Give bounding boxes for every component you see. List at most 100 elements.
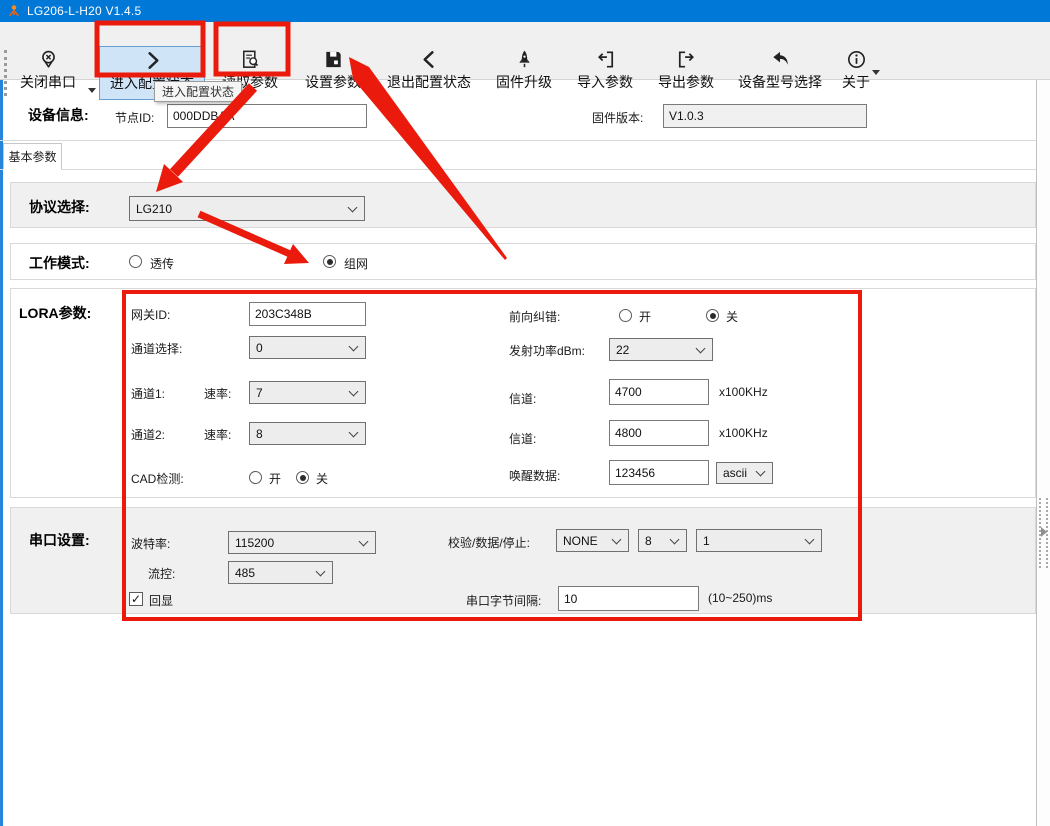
fec-on-label[interactable]: 开 [639,308,651,325]
toolbar-overflow-caret-icon[interactable] [872,70,880,75]
enter-config-tooltip: 进入配置状态 [154,81,242,102]
channel-select-label: 通道选择: [131,340,182,357]
gateway-id-label: 网关ID: [131,306,170,323]
toolbar-grip[interactable] [4,50,7,96]
toolbar-button-device-model-select[interactable]: 设备型号选择 [728,46,832,100]
flow-control-label: 流控: [148,565,175,582]
toolbar-button-label: 退出配置状态 [387,72,471,92]
freq1-input[interactable] [609,379,709,405]
close-port-dropdown-caret-icon[interactable] [88,88,96,93]
toolbar-button-close-port[interactable]: 关闭串口 [8,46,88,100]
freq2-label: 信道: [509,430,536,447]
right-gutter [1036,80,1050,826]
toolbar-button-label: 设置参数 [305,72,361,92]
byte-interval-label: 串口字节间隔: [466,592,541,609]
channel1-rate-label: 速率: [204,385,231,402]
fec-label: 前向纠错: [509,308,560,325]
toolbar-button-label: 导出参数 [658,72,714,92]
flow-control-combo[interactable]: 485 [228,561,333,584]
cad-off-label[interactable]: 关 [316,470,328,487]
cad-radio-on[interactable] [249,471,262,484]
baud-rate-combo[interactable]: 115200 [228,531,376,554]
fec-radio-on[interactable] [619,309,632,322]
data-bits-combo[interactable]: 8 [638,529,687,552]
stop-bits-combo[interactable]: 1 [696,529,822,552]
work-mode-panel: 工作模式: 透传 组网 [10,243,1036,280]
toolbar-button-export-params[interactable]: 导出参数 [647,46,725,100]
firmware-version-label: 固件版本: [592,109,643,126]
splitter-grip[interactable] [1039,498,1048,568]
tx-power-combo[interactable]: 22 [609,338,713,361]
channel1-rate-value: 7 [256,386,263,400]
serial-section-label: 串口设置: [29,530,90,550]
cad-on-label[interactable]: 开 [269,470,281,487]
protocol-panel: 协议选择: LG210 [10,182,1036,228]
stop-bits-value: 1 [703,534,710,548]
toolbar-button-set-params[interactable]: 设置参数 [293,46,373,100]
gateway-id-input[interactable] [249,302,366,326]
channel2-label: 通道2: [131,426,165,443]
tab-panel-top-border [0,169,1036,170]
baud-rate-value: 115200 [235,536,274,550]
channel2-rate-value: 8 [256,427,263,441]
freq2-input[interactable] [609,420,709,446]
parity-combo[interactable]: NONE [556,529,629,552]
channel2-rate-combo[interactable]: 8 [249,422,366,445]
node-id-label: 节点ID: [115,109,154,126]
wake-encoding-combo[interactable]: ascii [716,462,773,484]
lora-section-label: LORA参数: [19,303,91,323]
cad-radio-off[interactable] [296,471,309,484]
fec-radio-off[interactable] [706,309,719,322]
device-info-label: 设备信息: [28,105,89,125]
protocol-label: 协议选择: [29,197,90,217]
parity-value: NONE [563,534,598,548]
protocol-select-value: LG210 [136,202,172,216]
tx-power-value: 22 [616,343,629,357]
channel-select-combo[interactable]: 0 [249,336,366,359]
fec-off-label[interactable]: 关 [726,308,738,325]
toolbar-button-label: 关于 [842,72,870,92]
work-mode-label: 工作模式: [29,253,90,273]
toolbar-button-label: 固件升级 [496,72,552,92]
data-bits-value: 8 [645,534,652,548]
wake-data-input[interactable] [609,460,709,485]
toolbar-button-firmware-upgrade[interactable]: 固件升级 [485,46,563,100]
work-mode-radio-transparent[interactable] [129,255,142,268]
rocket-icon [513,46,536,72]
channel2-rate-label: 速率: [204,426,231,443]
window-title: LG206-L-H20 V1.4.5 [27,4,141,18]
channel1-rate-combo[interactable]: 7 [249,381,366,404]
export-icon [675,46,698,72]
firmware-version-input [663,104,867,128]
work-mode-option-label[interactable]: 组网 [344,255,368,272]
freq1-unit: x100KHz [719,385,768,399]
work-mode-option-label[interactable]: 透传 [150,255,174,272]
node-id-input[interactable] [167,104,367,128]
pin-close-icon [37,46,60,72]
work-mode-radio-network[interactable] [323,255,336,268]
toolbar-button-label: 关闭串口 [20,72,76,92]
tab-basic-params[interactable]: 基本参数 [3,143,62,170]
lora-panel: LORA参数: 网关ID: 通道选择: 0 通道1: 速率: 7 通道2: 速率… [10,288,1036,498]
echo-label[interactable]: 回显 [149,592,173,609]
byte-interval-hint: (10~250)ms [708,591,772,605]
check-icon: ✓ [131,592,141,606]
floppy-icon [322,46,345,72]
toolbar-button-exit-config[interactable]: 退出配置状态 [376,46,482,100]
info-icon [845,46,868,72]
app-window: LG206-L-H20 V1.4.5 关闭串口 进入配置状态 [0,0,1050,826]
serial-panel: 串口设置: 波特率: 115200 流控: 485 ✓ 回显 校验/数据/停止:… [10,507,1036,614]
toolbar-button-import-params[interactable]: 导入参数 [566,46,644,100]
app-logo-icon [7,4,21,18]
echo-checkbox[interactable]: ✓ [129,592,143,606]
channel1-label: 通道1: [131,385,165,402]
tx-power-label: 发射功率dBm: [509,342,585,359]
toolbar-button-label: 设备型号选择 [738,72,822,92]
wake-data-label: 唤醒数据: [509,467,560,484]
titlebar: LG206-L-H20 V1.4.5 [0,0,1050,22]
toolbar: 关闭串口 进入配置状态 读取参数 [0,22,1050,80]
byte-interval-input[interactable] [558,586,699,611]
protocol-select[interactable]: LG210 [129,196,365,221]
import-icon [594,46,617,72]
baud-rate-label: 波特率: [131,535,170,552]
